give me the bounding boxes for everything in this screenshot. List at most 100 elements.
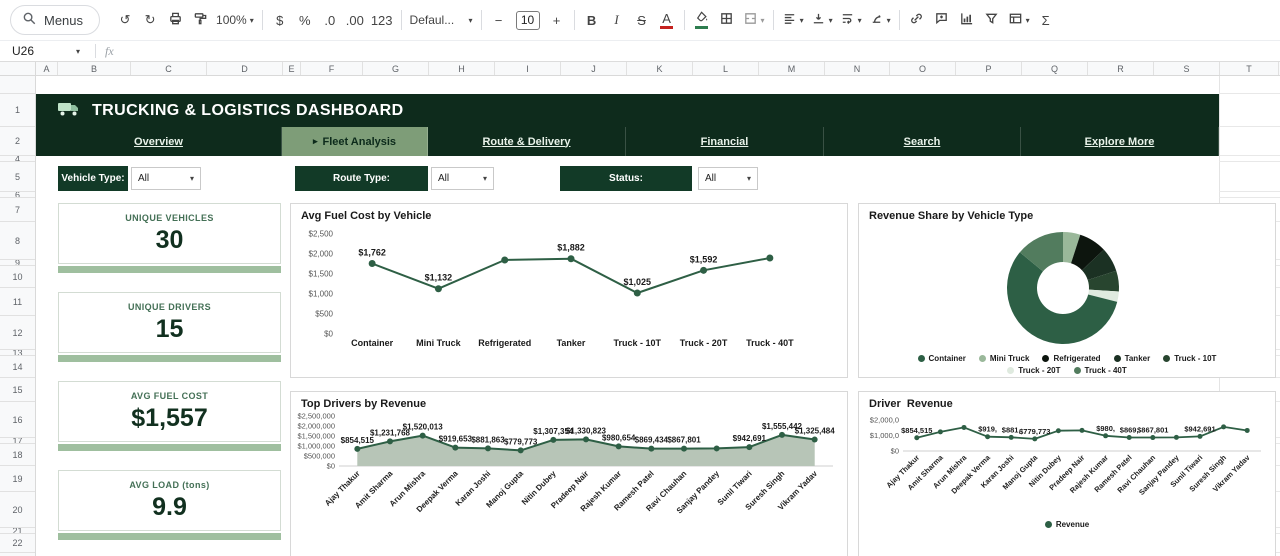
strikethrough-button[interactable]: S xyxy=(630,7,654,33)
text-color-button[interactable]: A xyxy=(655,7,679,33)
tab-overview[interactable]: Overview xyxy=(36,127,282,156)
tab-search[interactable]: Search xyxy=(824,127,1021,156)
print-button[interactable] xyxy=(163,7,187,33)
row-header-22[interactable]: 22 xyxy=(0,534,35,553)
redo-button[interactable]: ↻ xyxy=(138,7,162,33)
tab-explore-more[interactable]: Explore More xyxy=(1021,127,1219,156)
row-header-11[interactable]: 11 xyxy=(0,288,35,316)
decrease-font-size-button[interactable]: − xyxy=(487,7,511,33)
menus-button[interactable]: Menus xyxy=(10,5,101,35)
column-header-H[interactable]: H xyxy=(429,62,495,75)
row-header-14[interactable]: 14 xyxy=(0,356,35,378)
insert-chart-button[interactable] xyxy=(955,7,979,33)
chart-driver-revenue[interactable]: Driver Revenue $2,000,0 $1,000,0 $0 $854,51… xyxy=(858,391,1276,556)
text-wrap-button[interactable]: ▾ xyxy=(837,7,865,33)
percent-format-button[interactable]: % xyxy=(293,7,317,33)
legend-item: Truck - 20T xyxy=(1007,366,1061,375)
row-header-2[interactable]: 2 xyxy=(0,127,35,156)
column-header-F[interactable]: F xyxy=(301,62,363,75)
column-header-O[interactable]: O xyxy=(890,62,956,75)
toolbar-divider xyxy=(683,10,685,30)
search-icon xyxy=(22,11,37,29)
row-header-7[interactable]: 7 xyxy=(0,198,35,222)
gridline xyxy=(1219,191,1280,192)
tab-fleet-analysis[interactable]: ▸ Fleet Analysis xyxy=(282,127,428,156)
column-header-A[interactable]: A xyxy=(36,62,58,75)
borders-button[interactable] xyxy=(715,7,739,33)
row-header-20[interactable]: 20 xyxy=(0,492,35,528)
svg-text:Tanker: Tanker xyxy=(557,338,586,348)
comment-icon xyxy=(934,11,949,29)
route-type-dropdown[interactable]: All ▾ xyxy=(431,166,494,190)
row-header-8[interactable]: 8 xyxy=(0,222,35,260)
bold-button[interactable]: B xyxy=(580,7,604,33)
column-header-S[interactable]: S xyxy=(1154,62,1220,75)
merge-cells-button[interactable]: ▾ xyxy=(740,7,768,33)
status-dropdown[interactable]: All ▾ xyxy=(698,166,758,190)
column-header-R[interactable]: R xyxy=(1088,62,1154,75)
italic-button[interactable]: I xyxy=(605,7,629,33)
column-header-M[interactable]: M xyxy=(759,62,825,75)
legend-dot-icon xyxy=(917,355,925,362)
svg-text:$1,762: $1,762 xyxy=(358,248,386,258)
undo-button[interactable]: ↺ xyxy=(113,7,137,33)
functions-button[interactable]: Σ xyxy=(1034,7,1058,33)
filter-label: Route Type: xyxy=(295,165,428,191)
column-header-L[interactable]: L xyxy=(693,62,759,75)
formula-bar: U26 ▾ fx xyxy=(0,40,1280,62)
zoom-select[interactable]: 100% ▾ xyxy=(213,7,257,33)
row-header-16[interactable]: 16 xyxy=(0,402,35,438)
row-header-1[interactable]: 1 xyxy=(0,94,35,127)
row-header-19[interactable]: 19 xyxy=(0,466,35,492)
svg-text:$942,691: $942,691 xyxy=(733,434,767,443)
create-filter-button[interactable] xyxy=(980,7,1004,33)
svg-text:$881,863: $881,863 xyxy=(471,435,505,444)
column-header-J[interactable]: J xyxy=(561,62,627,75)
insert-link-button[interactable] xyxy=(905,7,929,33)
vehicle-type-dropdown[interactable]: All ▾ xyxy=(131,166,201,190)
column-header-C[interactable]: C xyxy=(131,62,207,75)
column-header-E[interactable]: E xyxy=(283,62,301,75)
toolbar-divider xyxy=(898,10,900,30)
row-header-hidden[interactable] xyxy=(0,76,35,94)
column-header-T[interactable]: T xyxy=(1220,62,1279,75)
row-header-18[interactable]: 18 xyxy=(0,444,35,466)
fill-color-button[interactable] xyxy=(690,7,714,33)
row-header-12[interactable]: 12 xyxy=(0,316,35,350)
column-header-B[interactable]: B xyxy=(58,62,131,75)
chart-top-drivers-by-revenue[interactable]: Top Drivers by Revenue $2,500,000 $2,000,… xyxy=(290,391,848,556)
currency-format-button[interactable]: $ xyxy=(268,7,292,33)
row-header-15[interactable]: 15 xyxy=(0,378,35,402)
tab-financial[interactable]: Financial xyxy=(626,127,824,156)
text-rotation-button[interactable]: ▾ xyxy=(866,7,894,33)
chart-svg: $2,500,000$2,000,000$1,500,000$1,000,000… xyxy=(297,412,835,516)
chart-avg-fuel-cost-by-vehicle[interactable]: Avg Fuel Cost by Vehicle $2,500 $2,000 $1,… xyxy=(290,203,848,378)
increase-decimals-button[interactable]: .00 xyxy=(343,7,367,33)
name-box[interactable]: U26 ▾ xyxy=(6,44,86,58)
column-header-Q[interactable]: Q xyxy=(1022,62,1088,75)
font-size-input[interactable]: 10 xyxy=(515,10,540,30)
font-select[interactable]: Defaul... ▾ xyxy=(407,7,476,33)
column-header-N[interactable]: N xyxy=(825,62,890,75)
column-header-K[interactable]: K xyxy=(627,62,693,75)
decrease-decimals-button[interactable]: .0 xyxy=(318,7,342,33)
increase-font-size-button[interactable]: + xyxy=(545,7,569,33)
chart-revenue-share-by-vehicle-type[interactable]: Revenue Share by Vehicle Type Container M… xyxy=(858,203,1276,378)
kpi-accent-bar xyxy=(58,533,281,540)
paint-format-button[interactable] xyxy=(188,7,212,33)
column-header-I[interactable]: I xyxy=(495,62,561,75)
column-header-G[interactable]: G xyxy=(363,62,429,75)
tab-route-delivery[interactable]: Route & Delivery xyxy=(428,127,626,156)
vertical-align-button[interactable]: ▾ xyxy=(808,7,836,33)
column-header-P[interactable]: P xyxy=(956,62,1022,75)
select-all-corner[interactable] xyxy=(0,62,36,75)
row-header-5[interactable]: 5 xyxy=(0,162,35,192)
row-header-10[interactable]: 10 xyxy=(0,266,35,288)
paint-bucket-icon xyxy=(695,11,709,25)
svg-text:$2,000,0: $2,000,0 xyxy=(870,416,899,425)
table-views-button[interactable]: ▾ xyxy=(1005,7,1033,33)
horizontal-align-button[interactable]: ▾ xyxy=(779,7,807,33)
column-header-D[interactable]: D xyxy=(207,62,283,75)
insert-comment-button[interactable] xyxy=(930,7,954,33)
number-format-button[interactable]: 123 xyxy=(368,7,396,33)
